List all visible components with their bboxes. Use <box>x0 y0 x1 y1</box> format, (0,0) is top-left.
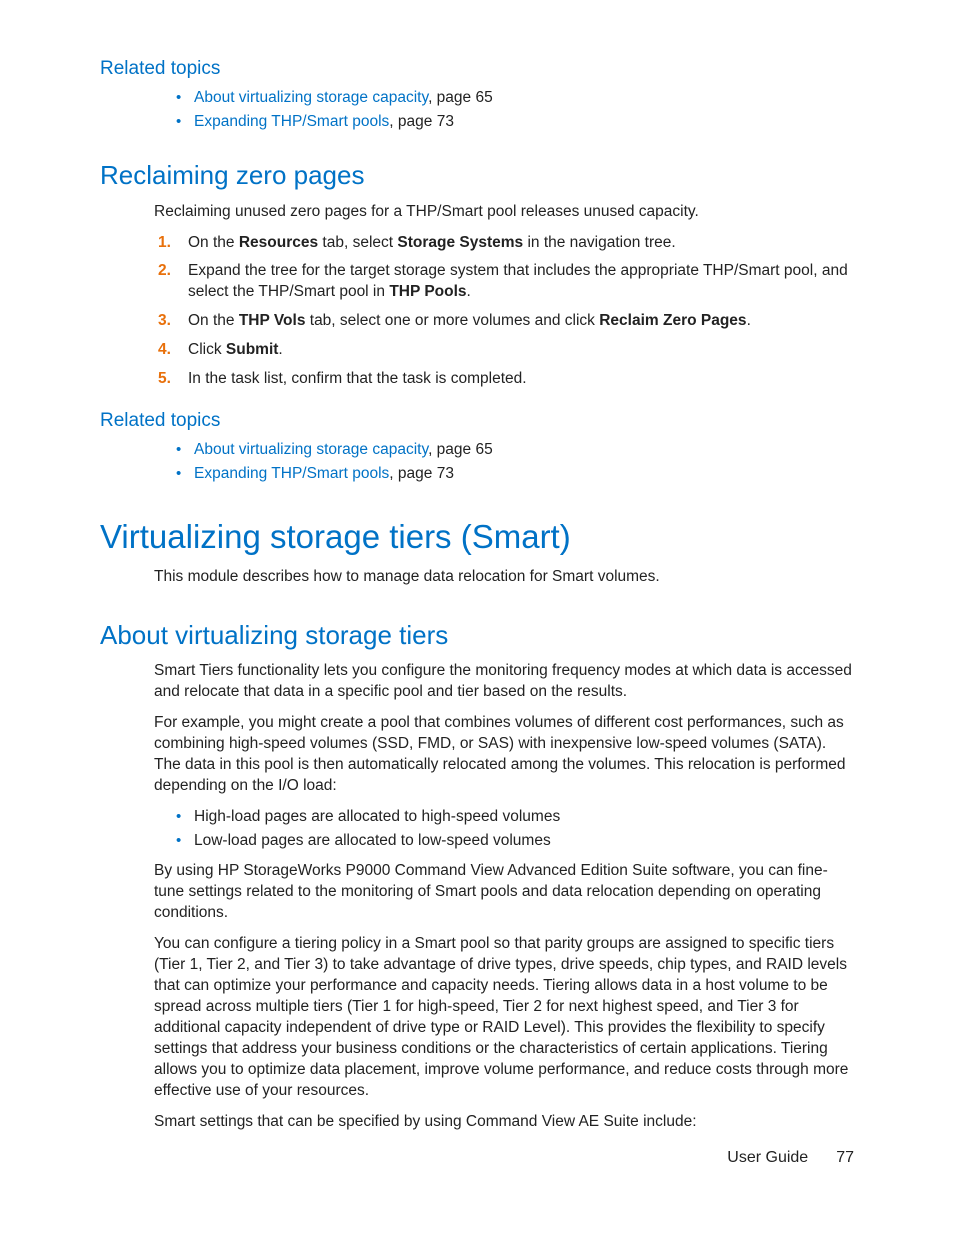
virt-intro-block: This module describes how to manage data… <box>154 567 854 588</box>
step-bold: THP Pools <box>389 283 466 300</box>
link-suffix: , page 73 <box>389 465 454 482</box>
step-text: . <box>467 283 471 300</box>
list-item: Expanding THP/Smart pools, page 73 <box>176 112 854 133</box>
list-item: About virtualizing storage capacity, pag… <box>176 440 854 461</box>
step-bold: Storage Systems <box>397 234 523 251</box>
related-topics-heading: Related topics <box>100 408 854 434</box>
related-topics-list: About virtualizing storage capacity, pag… <box>154 88 854 133</box>
related-link[interactable]: About virtualizing storage capacity <box>194 441 428 458</box>
virt-intro: This module describes how to manage data… <box>154 567 854 588</box>
step-bold: THP Vols <box>239 312 306 329</box>
step-text: Click <box>188 341 226 358</box>
list-item: Low-load pages are allocated to low-spee… <box>176 831 854 852</box>
step-2: Expand the tree for the target storage s… <box>154 261 854 303</box>
section-heading-reclaiming: Reclaiming zero pages <box>100 158 854 193</box>
step-bold: Resources <box>239 234 318 251</box>
step-bold: Submit <box>226 341 279 358</box>
step-text: . <box>278 341 282 358</box>
step-text: tab, select one or more volumes and clic… <box>305 312 599 329</box>
related-link[interactable]: Expanding THP/Smart pools <box>194 113 389 130</box>
page-number: 77 <box>836 1149 854 1166</box>
section-heading-about: About virtualizing storage tiers <box>100 618 854 653</box>
related-topics-heading: Related topics <box>100 56 854 82</box>
step-text: tab, select <box>318 234 397 251</box>
step-4: Click Submit. <box>154 340 854 361</box>
link-suffix: , page 73 <box>389 113 454 130</box>
step-text: . <box>747 312 751 329</box>
about-p2: For example, you might create a pool tha… <box>154 713 854 797</box>
step-text: in the navigation tree. <box>523 234 676 251</box>
about-p1: Smart Tiers functionality lets you confi… <box>154 661 854 703</box>
reclaiming-intro: Reclaiming unused zero pages for a THP/S… <box>154 202 854 223</box>
step-bold: Reclaim Zero Pages <box>599 312 746 329</box>
step-text: In the task list, confirm that the task … <box>188 370 527 387</box>
footer-label: User Guide <box>727 1149 808 1166</box>
link-suffix: , page 65 <box>428 89 493 106</box>
step-text: Expand the tree for the target storage s… <box>188 262 848 300</box>
related-link[interactable]: About virtualizing storage capacity <box>194 89 428 106</box>
step-text: On the <box>188 312 239 329</box>
step-text: On the <box>188 234 239 251</box>
page: Related topics About virtualizing storag… <box>0 0 954 1235</box>
page-footer: User Guide 77 <box>727 1147 854 1169</box>
bullet-text: Low-load pages are allocated to low-spee… <box>194 832 551 849</box>
about-p5: Smart settings that can be specified by … <box>154 1112 854 1133</box>
list-item: High-load pages are allocated to high-sp… <box>176 807 854 828</box>
steps-list: On the Resources tab, select Storage Sys… <box>154 233 854 391</box>
about-p4: You can configure a tiering policy in a … <box>154 934 854 1101</box>
list-item: Expanding THP/Smart pools, page 73 <box>176 464 854 485</box>
about-p3: By using HP StorageWorks P9000 Command V… <box>154 861 854 924</box>
bullet-text: High-load pages are allocated to high-sp… <box>194 808 560 825</box>
about-body: Smart Tiers functionality lets you confi… <box>154 661 854 1132</box>
section-heading-virtualizing: Virtualizing storage tiers (Smart) <box>100 515 854 560</box>
reclaiming-body: Reclaiming unused zero pages for a THP/S… <box>154 202 854 390</box>
step-1: On the Resources tab, select Storage Sys… <box>154 233 854 254</box>
related-link[interactable]: Expanding THP/Smart pools <box>194 465 389 482</box>
related-topics-list: About virtualizing storage capacity, pag… <box>154 440 854 485</box>
step-3: On the THP Vols tab, select one or more … <box>154 311 854 332</box>
link-suffix: , page 65 <box>428 441 493 458</box>
list-item: About virtualizing storage capacity, pag… <box>176 88 854 109</box>
step-5: In the task list, confirm that the task … <box>154 369 854 390</box>
